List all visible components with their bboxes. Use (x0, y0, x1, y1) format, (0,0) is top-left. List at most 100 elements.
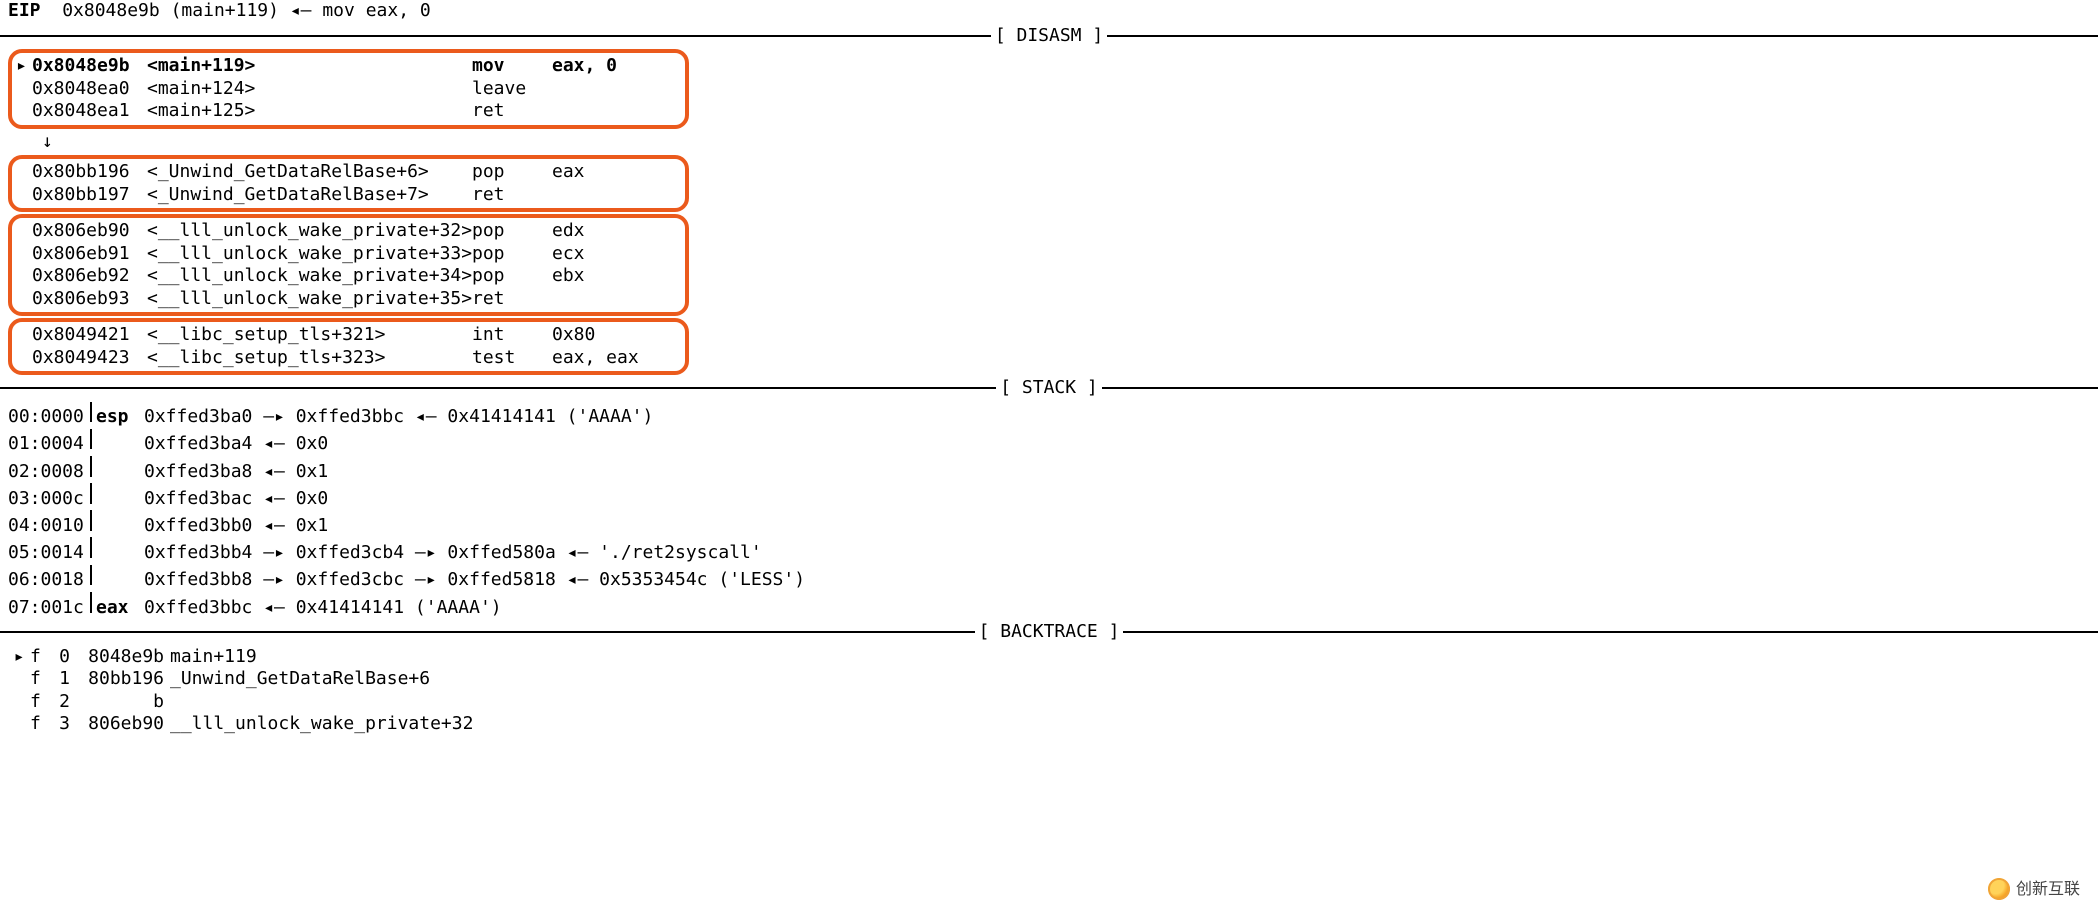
disasm-row: 0x806eb91<__lll_unlock_wake_private+33>p… (16, 243, 681, 266)
watermark-text: 创新互联 (2016, 879, 2080, 899)
backtrace-addr: 806eb90 (70, 713, 164, 736)
disasm-symbol: <_Unwind_GetDataRelBase+7> (147, 184, 472, 207)
backtrace-frame-letter: f (30, 646, 48, 669)
stack-row: 00:0000 esp0xffed3ba0 —▸ 0xffed3bbc ◂— 0x… (0, 402, 2098, 429)
stack-divider (78, 456, 92, 477)
stack-divider (78, 592, 92, 613)
disasm-row: 0x8049421<__libc_setup_tls+321>int0x80 (16, 324, 681, 347)
disasm-op: int (472, 324, 552, 347)
stack-index: 04:0010 (8, 515, 78, 538)
stack-index: 00:0000 (8, 406, 78, 429)
backtrace-frame-num: 0 (48, 646, 70, 669)
stack-row: 05:00140xffed3bb4 —▸ 0xffed3cb4 —▸ 0xffe… (0, 537, 2098, 564)
disasm-op: ret (472, 184, 552, 207)
stack-index: 01:0004 (8, 433, 78, 456)
backtrace-addr: b (70, 691, 164, 714)
disasm-symbol: <main+124> (147, 78, 472, 101)
disasm-op: pop (472, 265, 552, 288)
disasm-addr: 0x806eb91 (32, 243, 147, 266)
disasm-addr: 0x80bb197 (32, 184, 147, 207)
disasm-addr: 0x806eb90 (32, 220, 147, 243)
disasm-symbol: <__libc_setup_tls+321> (147, 324, 472, 347)
section-disasm-label: [ DISASM ] (991, 25, 1107, 48)
stack-list: 00:0000 esp0xffed3ba0 —▸ 0xffed3bbc ◂— 0x… (0, 402, 2098, 620)
stack-divider (78, 402, 92, 423)
stack-chain: 0xffed3ba4 ◂— 0x0 (140, 433, 328, 456)
backtrace-frame-letter: f (30, 713, 48, 736)
disasm-symbol: <__lll_unlock_wake_private+34> (147, 265, 472, 288)
backtrace-row: f2b (0, 691, 2098, 714)
disasm-addr: 0x806eb93 (32, 288, 147, 311)
eip-sym: (main+119) (171, 0, 279, 23)
stack-row: 03:000c 0xffed3bac ◂— 0x0 (0, 483, 2098, 510)
eip-addr: 0x8048e9b (62, 0, 160, 23)
backtrace-frame-letter: f (30, 691, 48, 714)
eip-header: EIP 0x8048e9b (main+119) ◂— mov eax, 0 (0, 0, 2098, 23)
stack-chain: 0xffed3ba0 —▸ 0xffed3bbc ◂— 0x41414141 (… (140, 406, 653, 429)
disasm-op: leave (472, 78, 552, 101)
disasm-group-2: 0x80bb196<_Unwind_GetDataRelBase+6>popea… (8, 155, 689, 212)
disasm-addr: 0x8049423 (32, 347, 147, 370)
backtrace-frame-num: 2 (48, 691, 70, 714)
disasm-op: pop (472, 161, 552, 184)
disasm-args: 0x80 (552, 324, 595, 347)
disasm-args: eax (552, 161, 585, 184)
stack-chain: 0xffed3bb8 —▸ 0xffed3cbc —▸ 0xffed5818 ◂… (140, 569, 805, 592)
disasm-op: ret (472, 100, 552, 123)
disasm-row: 0x80bb196<_Unwind_GetDataRelBase+6>popea… (16, 161, 681, 184)
section-backtrace-label: [ BACKTRACE ] (975, 621, 1124, 644)
stack-row: 01:0004 0xffed3ba4 ◂— 0x0 (0, 429, 2098, 456)
stack-chain: 0xffed3bb0 ◂— 0x1 (140, 515, 328, 538)
stack-index: 05:0014 (8, 542, 78, 565)
backtrace-symbol: main+119 (164, 646, 257, 669)
disasm-addr: 0x8048ea0 (32, 78, 147, 101)
disasm-addr: 0x8049421 (32, 324, 147, 347)
backtrace-addr: 8048e9b (70, 646, 164, 669)
backtrace-addr: 80bb196 (70, 668, 164, 691)
stack-divider (78, 510, 92, 531)
stack-register: esp (92, 406, 140, 429)
disasm-args: eax, 0 (552, 55, 617, 78)
section-backtrace-header: [ BACKTRACE ] (0, 621, 2098, 644)
disasm-symbol: <__libc_setup_tls+323> (147, 347, 472, 370)
backtrace-symbol: __lll_unlock_wake_private+32 (164, 713, 473, 736)
stack-index: 06:0018 (8, 569, 78, 592)
disasm-op: mov (472, 55, 552, 78)
disasm-addr: 0x806eb92 (32, 265, 147, 288)
watermark: 创新互联 (1988, 878, 2080, 900)
disasm-group-3: 0x806eb90<__lll_unlock_wake_private+32>p… (8, 214, 689, 316)
disasm-addr: 0x8048e9b (32, 55, 147, 78)
disasm-symbol: <__lll_unlock_wake_private+35> (147, 288, 472, 311)
stack-row: 02:0008 0xffed3ba8 ◂— 0x1 (0, 456, 2098, 483)
backtrace-row: f180bb196_Unwind_GetDataRelBase+6 (0, 668, 2098, 691)
stack-row: 07:001ceax0xffed3bbc ◂— 0x41414141 ('AAA… (0, 592, 2098, 619)
stack-chain: 0xffed3ba8 ◂— 0x1 (140, 461, 328, 484)
disasm-op: test (472, 347, 552, 370)
stack-index: 02:0008 (8, 461, 78, 484)
disasm-row: 0x8048ea1<main+125>ret (16, 100, 681, 123)
disasm-args: eax, eax (552, 347, 639, 370)
disasm-row: ▸0x8048e9b<main+119>moveax, 0 (16, 55, 681, 78)
section-stack-header: [ STACK ] (0, 377, 2098, 400)
disasm-row: 0x80bb197<_Unwind_GetDataRelBase+7>ret (16, 184, 681, 207)
stack-divider (78, 483, 92, 504)
section-stack-label: [ STACK ] (996, 377, 1102, 400)
stack-row: 06:0018 0xffed3bb8 —▸ 0xffed3cbc —▸ 0xffe… (0, 565, 2098, 592)
stack-index: 03:000c (8, 488, 78, 511)
disasm-row: 0x806eb90<__lll_unlock_wake_private+32>p… (16, 220, 681, 243)
disasm-args: edx (552, 220, 585, 243)
disasm-addr: 0x80bb196 (32, 161, 147, 184)
stack-register: eax (92, 597, 140, 620)
disasm-op: pop (472, 243, 552, 266)
stack-divider (78, 565, 92, 586)
disasm-addr: 0x8048ea1 (32, 100, 147, 123)
stack-chain: 0xffed3bbc ◂— 0x41414141 ('AAAA') (140, 597, 502, 620)
backtrace-row: ▸f08048e9bmain+119 (0, 646, 2098, 669)
stack-chain: 0xffed3bac ◂— 0x0 (140, 488, 328, 511)
disasm-symbol: <main+125> (147, 100, 472, 123)
disasm-row: 0x8049423<__libc_setup_tls+323>testeax, … (16, 347, 681, 370)
eip-label: EIP (8, 0, 41, 23)
disasm-symbol: <main+119> (147, 55, 472, 78)
disasm-row: 0x8048ea0<main+124>leave (16, 78, 681, 101)
disasm-flow-arrow: ↓ (0, 131, 2098, 154)
